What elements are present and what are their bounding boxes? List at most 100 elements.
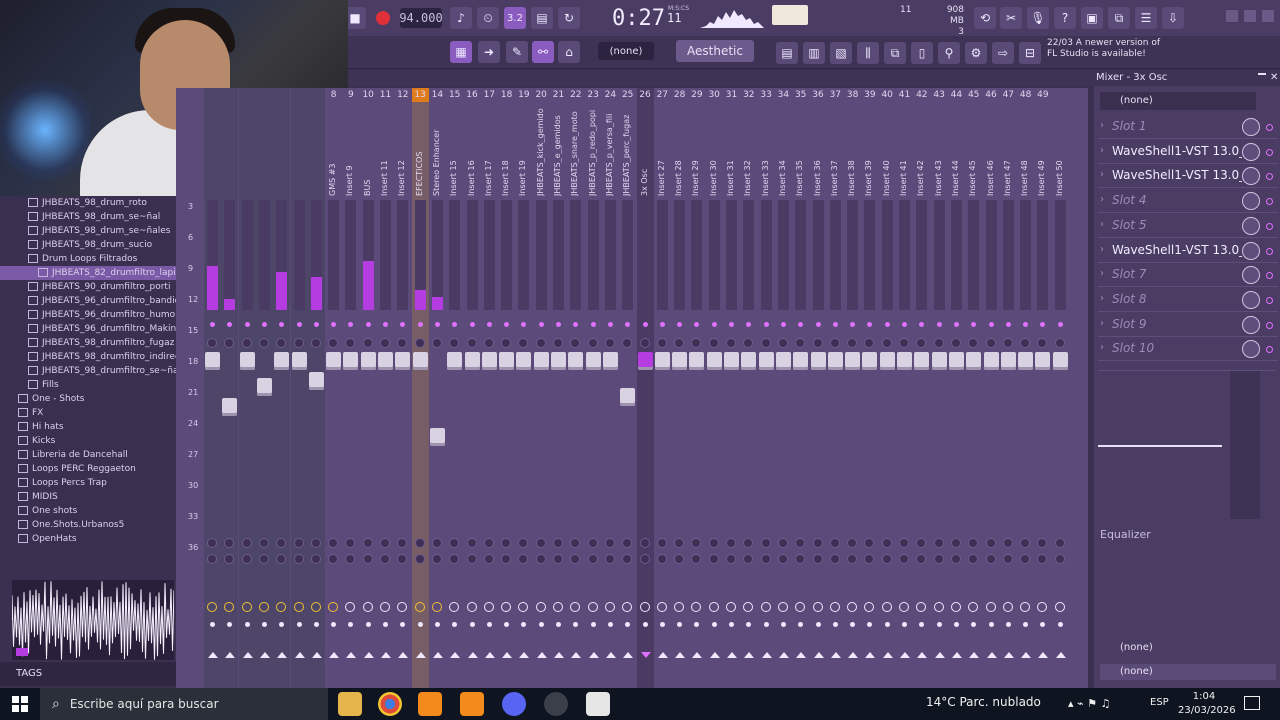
pan-knob[interactable] bbox=[847, 338, 858, 348]
delay-knob[interactable] bbox=[985, 554, 996, 564]
mixer-track[interactable]: 8 GMS #3 bbox=[325, 88, 342, 688]
delay-knob[interactable] bbox=[604, 554, 615, 564]
route-ring[interactable] bbox=[518, 602, 529, 612]
mixer-track[interactable]: 37 Insert 37 bbox=[827, 88, 844, 688]
send-arrow[interactable] bbox=[519, 652, 530, 658]
track-enable-led[interactable] bbox=[746, 322, 752, 327]
pan-knob[interactable] bbox=[777, 338, 788, 348]
stereo-knob[interactable] bbox=[985, 538, 996, 548]
stereo-knob[interactable] bbox=[847, 538, 858, 548]
send-arrow[interactable] bbox=[1003, 652, 1014, 658]
mixer-track[interactable]: 48 Insert 48 bbox=[1017, 88, 1034, 688]
stereo-knob[interactable] bbox=[881, 538, 892, 548]
volume-fader[interactable] bbox=[983, 352, 999, 370]
mixer-track[interactable] bbox=[221, 88, 239, 688]
browser-file[interactable]: JHBEATS_98_drumfiltro_fugaz bbox=[0, 336, 176, 350]
route-ring[interactable] bbox=[1002, 602, 1013, 612]
playlist-icon[interactable]: ▤ bbox=[776, 42, 798, 64]
record-button[interactable] bbox=[372, 7, 394, 29]
delay-knob[interactable] bbox=[431, 554, 442, 564]
volume-fader[interactable] bbox=[429, 428, 445, 446]
track-enable-led[interactable] bbox=[296, 322, 302, 327]
stereo-knob[interactable] bbox=[362, 538, 373, 548]
send-arrow[interactable] bbox=[917, 652, 928, 658]
news-box[interactable]: 22/03 A newer version of FL Studio is av… bbox=[1047, 38, 1187, 64]
slot-enable-led[interactable] bbox=[1266, 346, 1273, 354]
taskbar-search[interactable]: ⌕ Escribe aquí para buscar bbox=[40, 688, 328, 720]
volume-fader[interactable] bbox=[966, 352, 982, 370]
browser-folder[interactable]: Kicks bbox=[0, 434, 176, 448]
send-arrow[interactable] bbox=[502, 652, 513, 658]
mixer-track[interactable]: 43 Insert 43 bbox=[931, 88, 948, 688]
stereo-knob[interactable] bbox=[1002, 538, 1013, 548]
delay-knob[interactable] bbox=[656, 554, 667, 564]
stereo-knob[interactable] bbox=[743, 538, 754, 548]
stereo-knob[interactable] bbox=[708, 538, 719, 548]
delay-knob[interactable] bbox=[501, 554, 512, 564]
route-ring[interactable] bbox=[899, 602, 909, 612]
browser-folder[interactable]: Loops PERC Reggaeton bbox=[0, 462, 176, 476]
route-dot[interactable] bbox=[798, 622, 804, 627]
delay-knob[interactable] bbox=[743, 554, 754, 564]
track-enable-led[interactable] bbox=[988, 322, 994, 327]
track-enable-led[interactable] bbox=[850, 322, 856, 327]
track-enable-led[interactable] bbox=[244, 322, 250, 327]
mixer-track[interactable]: 47 Insert 47 bbox=[1000, 88, 1017, 688]
browser-icon[interactable]: ⧉ bbox=[884, 42, 906, 64]
send-arrow[interactable] bbox=[744, 652, 755, 658]
track-enable-led[interactable] bbox=[919, 322, 925, 327]
arrow-icon[interactable]: ➜ bbox=[478, 41, 500, 63]
pan-knob[interactable] bbox=[916, 338, 927, 348]
pan-knob[interactable] bbox=[397, 338, 408, 348]
route-dot[interactable] bbox=[348, 622, 354, 627]
track-enable-led[interactable] bbox=[452, 322, 458, 327]
delay-knob[interactable] bbox=[397, 554, 408, 564]
volume-fader[interactable] bbox=[862, 352, 878, 370]
route-ring[interactable] bbox=[933, 602, 944, 612]
send-arrow[interactable] bbox=[605, 652, 616, 658]
route-ring[interactable] bbox=[622, 602, 633, 612]
fx-slot[interactable]: › Slot 4 bbox=[1098, 190, 1278, 214]
stereo-knob[interactable] bbox=[1020, 538, 1031, 548]
delay-knob[interactable] bbox=[881, 554, 892, 564]
pan-knob[interactable] bbox=[414, 338, 425, 348]
stereo-knob[interactable] bbox=[224, 538, 235, 548]
delay-knob[interactable] bbox=[622, 554, 633, 564]
route-dot[interactable] bbox=[659, 622, 665, 627]
send-arrow[interactable] bbox=[588, 652, 599, 658]
mixer-track[interactable]: 17 Insert 17 bbox=[481, 88, 498, 688]
route-dot[interactable] bbox=[988, 622, 994, 627]
stereo-knob[interactable] bbox=[380, 538, 390, 548]
mixer-track[interactable]: 33 Insert 33 bbox=[758, 88, 775, 688]
send-arrow[interactable] bbox=[259, 652, 270, 658]
save-icon[interactable]: ▣ bbox=[1081, 7, 1103, 29]
mix-level-knob[interactable] bbox=[1242, 142, 1260, 161]
route-ring[interactable] bbox=[674, 602, 685, 612]
download-icon[interactable]: ⇩ bbox=[1162, 7, 1184, 29]
mixer-track[interactable]: 12 Insert 12 bbox=[394, 88, 411, 688]
stereo-knob[interactable] bbox=[777, 538, 788, 548]
mixer-track[interactable]: 23 JHBEATS_p_redo_popi bbox=[585, 88, 602, 688]
send-arrow[interactable] bbox=[450, 652, 461, 658]
route-dot[interactable] bbox=[953, 622, 959, 627]
fx-slot[interactable]: › Slot 8 bbox=[1098, 289, 1278, 312]
plug-icon[interactable]: ⚲ bbox=[938, 42, 960, 64]
delay-knob[interactable] bbox=[1037, 554, 1048, 564]
pan-knob[interactable] bbox=[639, 338, 650, 348]
delay-knob[interactable] bbox=[726, 554, 736, 564]
delay-knob[interactable] bbox=[587, 554, 598, 564]
volume-fader[interactable] bbox=[948, 352, 964, 370]
stereo-knob[interactable] bbox=[622, 538, 633, 548]
pan-knob[interactable] bbox=[380, 338, 390, 348]
track-enable-led[interactable] bbox=[261, 322, 267, 327]
route-dot[interactable] bbox=[244, 622, 250, 627]
route-dot[interactable] bbox=[1023, 622, 1029, 627]
input-select[interactable]: (none) bbox=[1100, 640, 1276, 656]
delay-knob[interactable] bbox=[760, 554, 771, 564]
route-dot[interactable] bbox=[227, 622, 233, 627]
tuning-icon[interactable]: ⚙ bbox=[965, 42, 987, 64]
minimize-icon[interactable] bbox=[1226, 10, 1238, 22]
fx-slot[interactable]: › Slot 10 bbox=[1098, 338, 1278, 362]
route-ring[interactable] bbox=[276, 602, 287, 612]
send-arrow[interactable] bbox=[796, 652, 807, 658]
